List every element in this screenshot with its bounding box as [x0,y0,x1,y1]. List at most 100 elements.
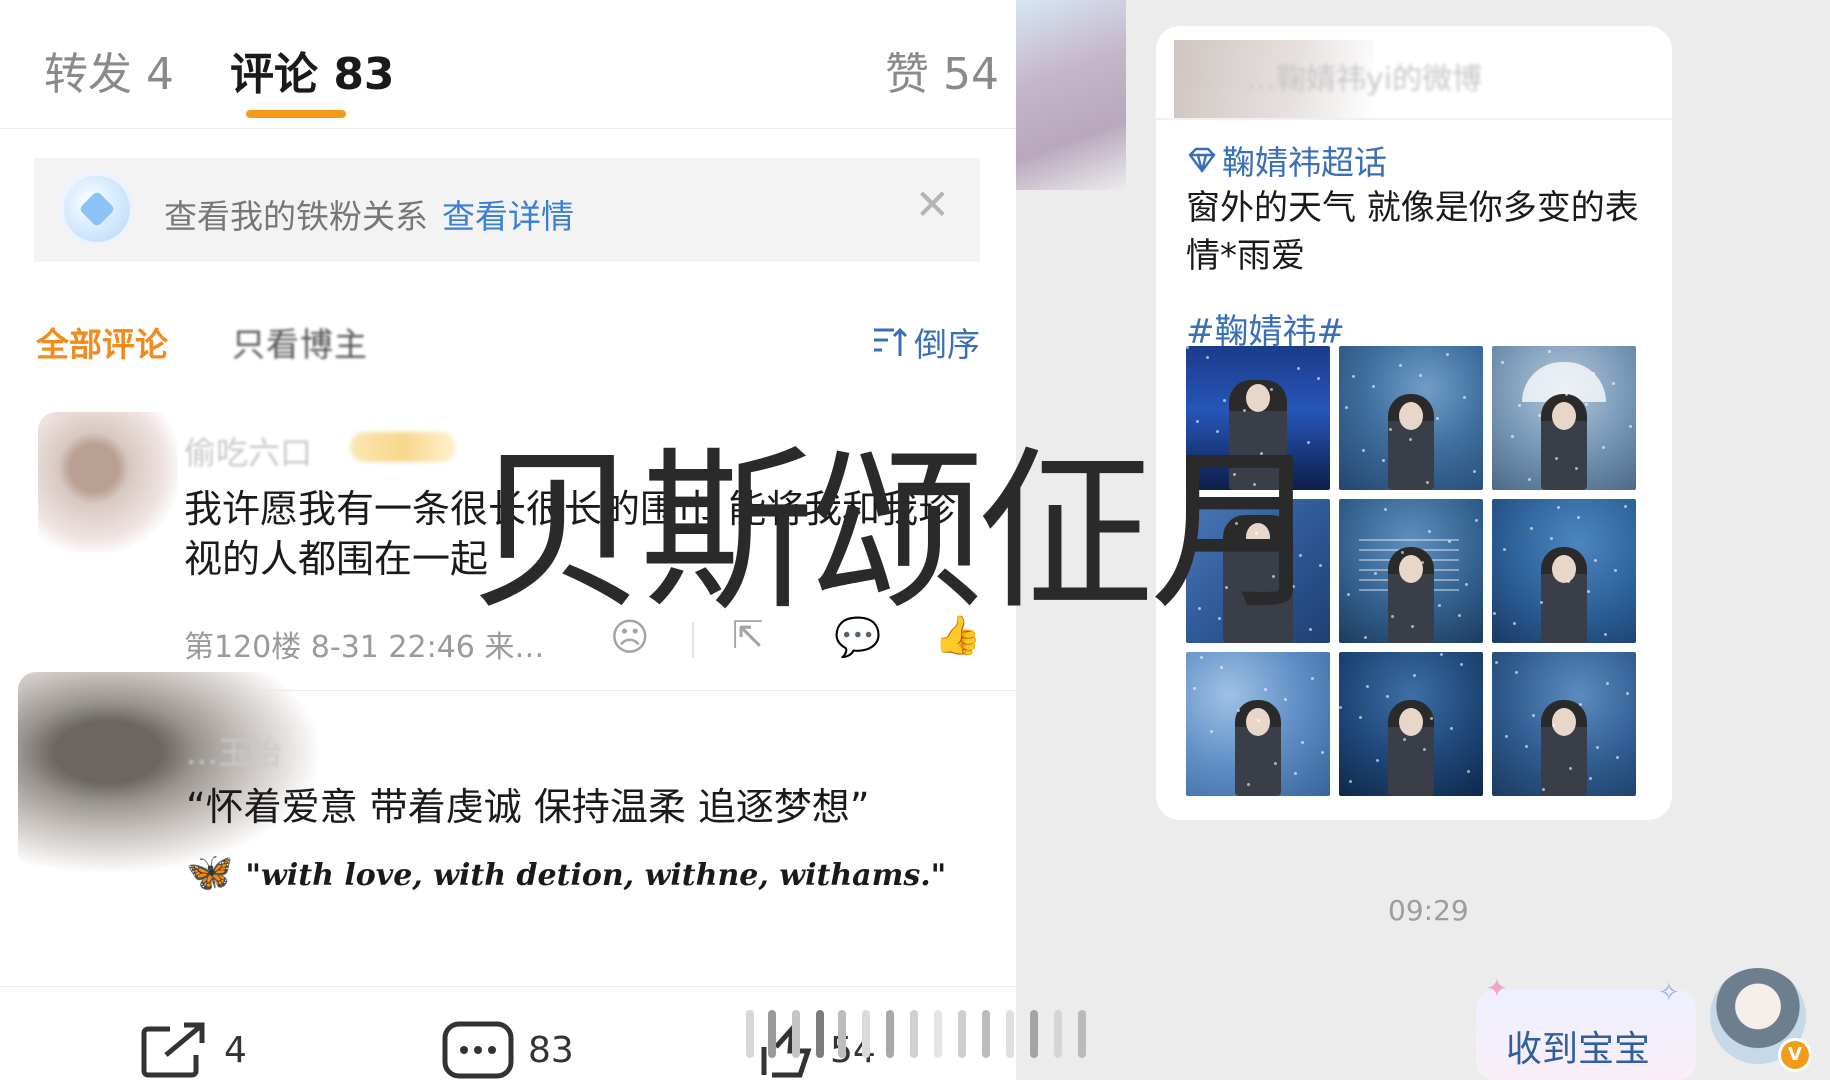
rain-speck [1210,730,1213,733]
sort-label: 倒序 [914,325,980,364]
rain-speck [1626,692,1629,695]
photo-thumbnail[interactable] [1339,499,1483,643]
rain-speck [1542,788,1545,791]
rain-speck [1515,671,1518,674]
sparkle-icon: ✧ [1658,978,1680,1008]
rain-speck [1237,709,1240,712]
repost-action[interactable]: 4 [140,1021,247,1079]
rain-speck [1349,780,1352,783]
rain-speck [1594,559,1597,562]
rain-speck [1411,625,1414,628]
card-header: …鞠婧祎yi的微博 [1156,26,1672,120]
rain-speck [1463,396,1466,399]
shared-post-card[interactable]: …鞠婧祎yi的微博 鞠婧祎超话 窗外的天气 就像是你多变的表情*雨爱 #鞠婧祎# [1156,26,1672,820]
fans-banner-text: 查看我的铁粉关系 查看详情 [164,190,574,238]
fans-banner-label: 查看我的铁粉关系 [164,197,428,236]
rain-speck [1401,551,1404,554]
tab-repost[interactable]: 转发 4 [44,38,174,102]
rain-speck [1569,767,1572,770]
rain-speck [1294,772,1297,775]
rain-speck [1352,375,1355,378]
rain-speck [1223,399,1226,402]
watermark-text: 贝斯颂佂月 [470,431,1324,634]
rain-speck [1270,388,1273,391]
sparkle-icon: ✦ [1486,974,1508,1004]
photo-thumbnail[interactable] [1186,652,1330,796]
rain-speck [1419,374,1422,377]
rain-speck [1589,777,1592,780]
repost-icon [141,1022,205,1078]
rain-speck [1550,537,1553,540]
comment-text-continued: 🦋 "with love, with detion, withne, witha… [186,846,986,902]
rain-speck [1528,478,1531,481]
topic-label: 鞠婧祎超话 [1222,143,1387,182]
tab-divider [0,128,1016,129]
rain-speck [1384,508,1387,511]
rain-speck [1503,548,1506,551]
rain-speck [1606,682,1609,685]
rain-speck [1321,751,1324,754]
rain-speck [1567,580,1570,583]
rain-speck [1511,435,1514,438]
rain-speck [1525,745,1528,748]
rain-speck [1629,425,1632,428]
filter-blogger-only[interactable]: 只看博主 [232,318,368,366]
rain-speck [1311,677,1314,680]
post-text: 窗外的天气 就像是你多变的表情*雨爱 [1186,188,1639,276]
comment-username[interactable]: …玉怡 [186,728,282,774]
close-icon[interactable]: ✕ [915,184,950,226]
rain-speck [1602,446,1605,449]
rain-speck [1339,706,1342,709]
fans-relationship-banner[interactable]: 查看我的铁粉关系 查看详情 ✕ [34,158,980,262]
tab-likes[interactable]: 赞 54 [885,38,999,102]
butterfly-emoji: 🦋 [186,850,234,894]
rain-speck [1446,353,1449,356]
comment-text: “怀着爱意 带着虔诚 保持温柔 追逐梦想” [186,785,870,829]
rain-speck [1548,350,1551,353]
message-time: 09:29 [1388,894,1469,927]
rain-speck [1364,636,1367,639]
rain-speck [1409,438,1412,441]
sort-button[interactable]: 倒序 [872,318,980,366]
rain-speck [1220,666,1223,669]
rain-speck [1475,519,1478,522]
rain-speck [1513,622,1516,625]
rain-speck [1359,716,1362,719]
photo-thumbnail[interactable] [1492,346,1636,490]
rain-speck [1448,540,1451,543]
photo-thumbnail[interactable] [1339,346,1483,490]
rain-speck [1366,685,1369,688]
rain-speck [1200,656,1203,659]
rain-speck [1423,748,1426,751]
tab-comments[interactable]: 评论 83 [230,38,395,102]
rain-speck [1505,735,1508,738]
diamond-icon [1188,147,1216,173]
rain-speck [1501,361,1504,364]
comment-icon [442,1021,514,1079]
rain-speck [1362,449,1365,452]
fans-detail-link[interactable]: 查看详情 [442,197,574,236]
rain-speck [1518,404,1521,407]
photo-thumbnail[interactable] [1492,499,1636,643]
rain-speck [1592,372,1595,375]
comment-action[interactable]: 83 [442,1021,574,1079]
rain-speck [1577,516,1580,519]
photo-thumbnail[interactable] [1492,652,1636,796]
rain-speck [1428,530,1431,533]
rain-speck [1382,459,1385,462]
rain-speck [1436,417,1439,420]
avatar[interactable] [38,412,178,552]
rain-speck [1604,633,1607,636]
verified-badge: V [1778,1038,1812,1072]
photo-thumbnail[interactable] [1339,652,1483,796]
comment-username[interactable]: 偷吃六口 [184,428,312,474]
filter-all-comments[interactable]: 全部评论 [36,318,168,366]
rain-speck [1596,746,1599,749]
rain-speck [1257,719,1260,722]
rain-speck [1193,687,1196,690]
topic-link[interactable]: 鞠婧祎超话 [1186,136,1387,184]
sender-avatar[interactable] [1016,0,1126,190]
rain-speck [1458,614,1461,617]
rain-speck [1430,717,1433,720]
fans-diamond-icon [64,176,130,242]
